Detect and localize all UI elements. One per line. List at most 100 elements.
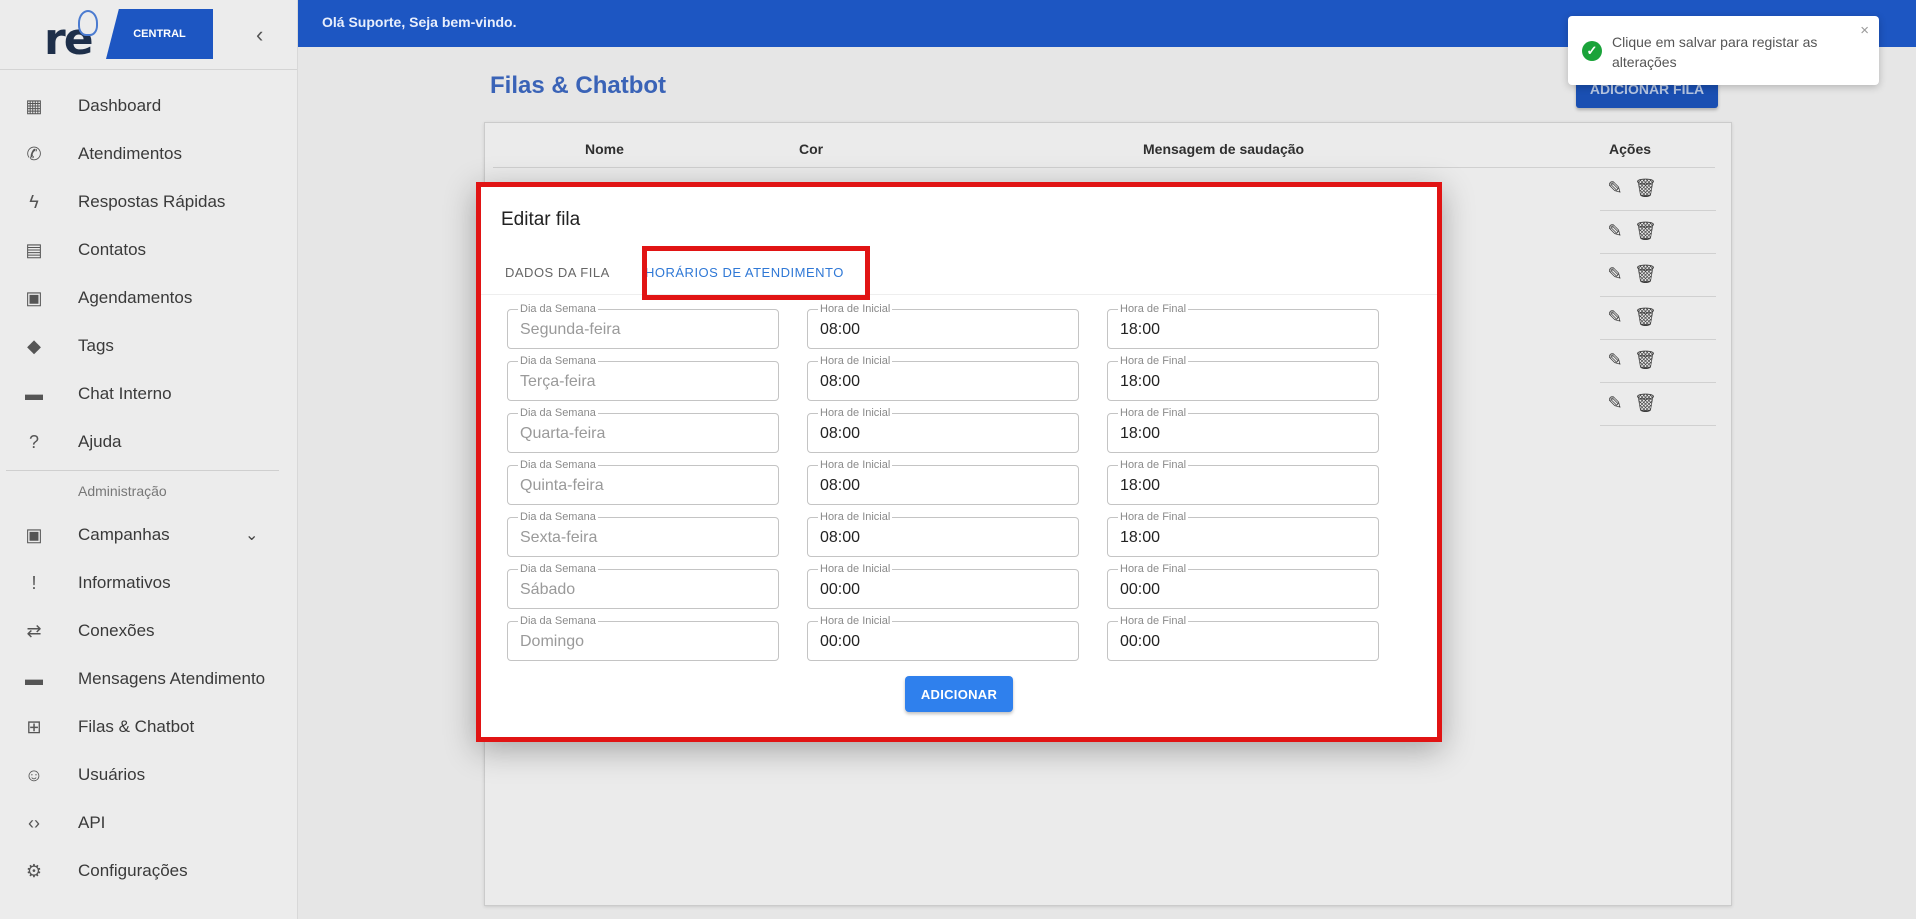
field-label: Dia da Semana bbox=[518, 510, 598, 524]
check-circle-icon: ✓ bbox=[1582, 41, 1602, 61]
field-label: Hora de Final bbox=[1118, 458, 1189, 472]
field-value: 18:00 bbox=[1120, 529, 1161, 546]
field-label: Dia da Semana bbox=[518, 614, 598, 628]
field-value: Sexta-feira bbox=[520, 529, 598, 546]
end-time-field[interactable]: Hora de Final 18:00 bbox=[1107, 354, 1379, 401]
start-time-field[interactable]: Hora de Inicial 08:00 bbox=[807, 354, 1079, 401]
contact-card-icon: ▤ bbox=[25, 239, 43, 260]
start-time-field[interactable]: Hora de Inicial 08:00 bbox=[807, 406, 1079, 453]
field-label: Hora de Final bbox=[1118, 510, 1189, 524]
field-value: Quinta-feira bbox=[520, 477, 604, 494]
sidebar-item-ajuda[interactable]: ? Ajuda bbox=[0, 418, 297, 466]
field-value: 00:00 bbox=[1120, 581, 1161, 598]
tag-icon: ◆ bbox=[27, 335, 41, 356]
end-time-field[interactable]: Hora de Final 00:00 bbox=[1107, 562, 1379, 609]
field-value: 18:00 bbox=[1120, 425, 1161, 442]
tab-queue-data[interactable]: DADOS DA FILA bbox=[505, 265, 610, 280]
field-value: Sábado bbox=[520, 581, 576, 598]
sidebar-item-label: Campanhas bbox=[78, 525, 170, 544]
field-value: 08:00 bbox=[820, 477, 861, 494]
close-icon[interactable]: × bbox=[1860, 22, 1869, 39]
sidebar-item-label: Conexões bbox=[78, 621, 155, 640]
sidebar-item-label: Atendimentos bbox=[78, 144, 182, 163]
sidebar-item-chat-interno[interactable]: ▬ Chat Interno bbox=[0, 370, 297, 418]
field-value: Quarta-feira bbox=[520, 425, 606, 442]
schedule-row: Dia da Semana Quarta-feira Hora de Inicial… bbox=[507, 406, 1397, 465]
sidebar-item-label: Chat Interno bbox=[78, 384, 172, 403]
toast-message: Clique em salvar para registar as altera… bbox=[1612, 34, 1818, 70]
sidebar-item-api[interactable]: ‹› API bbox=[0, 799, 297, 847]
sidebar-item-informativos[interactable]: ! Informativos bbox=[0, 559, 297, 607]
field-label: Hora de Inicial bbox=[818, 458, 893, 472]
dialog-tabs: DADOS DA FILA HORÁRIOS DE ATENDIMENTO bbox=[481, 247, 1437, 295]
field-label: Hora de Inicial bbox=[818, 302, 893, 316]
gear-icon: ⚙ bbox=[25, 860, 43, 881]
start-time-field[interactable]: Hora de Inicial 08:00 bbox=[807, 458, 1079, 505]
sidebar-item-respostas-r-pidas[interactable]: ϟ Respostas Rápidas bbox=[0, 178, 297, 226]
schedule-row: Dia da Semana Sábado Hora de Inicial 00:00 H… bbox=[507, 562, 1397, 621]
start-time-field[interactable]: Hora de Inicial 00:00 bbox=[807, 562, 1079, 609]
sidebar-item-usu-rios[interactable]: ☺ Usuários bbox=[0, 751, 297, 799]
field-label: Hora de Final bbox=[1118, 302, 1189, 316]
sidebar: re CENTRAL ‹ ▦ Dashboard ✆ Atendimentos ϟ Res… bbox=[0, 0, 298, 919]
field-label: Dia da Semana bbox=[518, 406, 598, 420]
sidebar-item-conex-es[interactable]: ⇄ Conexões bbox=[0, 607, 297, 655]
sidebar-item-configura-es[interactable]: ⚙ Configurações bbox=[0, 847, 297, 895]
sidebar-nav: ▦ Dashboard ✆ Atendimentos ϟ Respostas Rápida… bbox=[0, 70, 297, 466]
message-icon: ▬ bbox=[25, 668, 43, 689]
chat-icon: ▬ bbox=[25, 383, 43, 404]
field-label: Hora de Final bbox=[1118, 562, 1189, 576]
schedule-row: Dia da Semana Domingo Hora de Inicial 00:00… bbox=[507, 614, 1397, 673]
toast-notification: ✓ Clique em salvar para registar as alte… bbox=[1568, 16, 1879, 85]
add-button[interactable]: ADICIONAR bbox=[905, 676, 1013, 712]
announcement-icon: ! bbox=[31, 572, 37, 593]
help-icon: ? bbox=[28, 431, 39, 452]
schedule-row: Dia da Semana Sexta-feira Hora de Inicial 0… bbox=[507, 510, 1397, 569]
dashboard-icon: ▦ bbox=[25, 95, 43, 116]
day-field: Dia da Semana Sexta-feira bbox=[507, 510, 779, 557]
sidebar-item-dashboard[interactable]: ▦ Dashboard bbox=[0, 82, 297, 130]
field-label: Hora de Inicial bbox=[818, 354, 893, 368]
sidebar-item-contatos[interactable]: ▤ Contatos bbox=[0, 226, 297, 274]
sidebar-item-atendimentos[interactable]: ✆ Atendimentos bbox=[0, 130, 297, 178]
start-time-field[interactable]: Hora de Inicial 08:00 bbox=[807, 302, 1079, 349]
day-field: Dia da Semana Domingo bbox=[507, 614, 779, 661]
whatsapp-icon: ✆ bbox=[26, 143, 42, 164]
day-field: Dia da Semana Sábado bbox=[507, 562, 779, 609]
end-time-field[interactable]: Hora de Final 18:00 bbox=[1107, 458, 1379, 505]
start-time-field[interactable]: Hora de Inicial 08:00 bbox=[807, 510, 1079, 557]
sidebar-item-label: Ajuda bbox=[78, 432, 122, 451]
chevron-left-icon[interactable]: ‹ bbox=[256, 22, 263, 48]
end-time-field[interactable]: Hora de Final 18:00 bbox=[1107, 406, 1379, 453]
sidebar-item-campanhas[interactable]: ▣ Campanhas ⌄ bbox=[0, 511, 297, 559]
day-field: Dia da Semana Quinta-feira bbox=[507, 458, 779, 505]
sidebar-item-label: Tags bbox=[78, 336, 114, 355]
field-label: Hora de Inicial bbox=[818, 614, 893, 628]
sidebar-item-label: API bbox=[78, 813, 106, 832]
sidebar-item-label: Mensagens Atendimento bbox=[78, 669, 266, 688]
day-field: Dia da Semana Quarta-feira bbox=[507, 406, 779, 453]
sidebar-item-agendamentos[interactable]: ▣ Agendamentos bbox=[0, 274, 297, 322]
schedule-row: Dia da Semana Terça-feira Hora de Inicial 0… bbox=[507, 354, 1397, 413]
chevron-down-icon[interactable]: ⌄ bbox=[245, 525, 258, 545]
users-icon: ☺ bbox=[24, 764, 44, 785]
end-time-field[interactable]: Hora de Final 18:00 bbox=[1107, 302, 1379, 349]
field-label: Dia da Semana bbox=[518, 562, 598, 576]
field-label: Hora de Inicial bbox=[818, 510, 893, 524]
logo: re CENTRAL ‹ bbox=[0, 0, 297, 70]
field-value: Domingo bbox=[520, 633, 585, 650]
field-value: 00:00 bbox=[820, 581, 861, 598]
end-time-field[interactable]: Hora de Final 18:00 bbox=[1107, 510, 1379, 557]
start-time-field[interactable]: Hora de Inicial 00:00 bbox=[807, 614, 1079, 661]
field-value: 08:00 bbox=[820, 373, 861, 390]
section-admin-label: Administração bbox=[78, 483, 167, 499]
sidebar-item-filas-chatbot[interactable]: ⊞ Filas & Chatbot bbox=[0, 703, 297, 751]
field-label: Hora de Inicial bbox=[818, 562, 893, 576]
field-value: 08:00 bbox=[820, 425, 861, 442]
sidebar-item-label: Contatos bbox=[78, 240, 147, 259]
sidebar-item-mensagens-atendimento[interactable]: ▬ Mensagens Atendimento bbox=[0, 655, 297, 703]
end-time-field[interactable]: Hora de Final 00:00 bbox=[1107, 614, 1379, 661]
field-label: Dia da Semana bbox=[518, 302, 598, 316]
sidebar-item-tags[interactable]: ◆ Tags bbox=[0, 322, 297, 370]
sidebar-item-label: Usuários bbox=[78, 765, 146, 784]
